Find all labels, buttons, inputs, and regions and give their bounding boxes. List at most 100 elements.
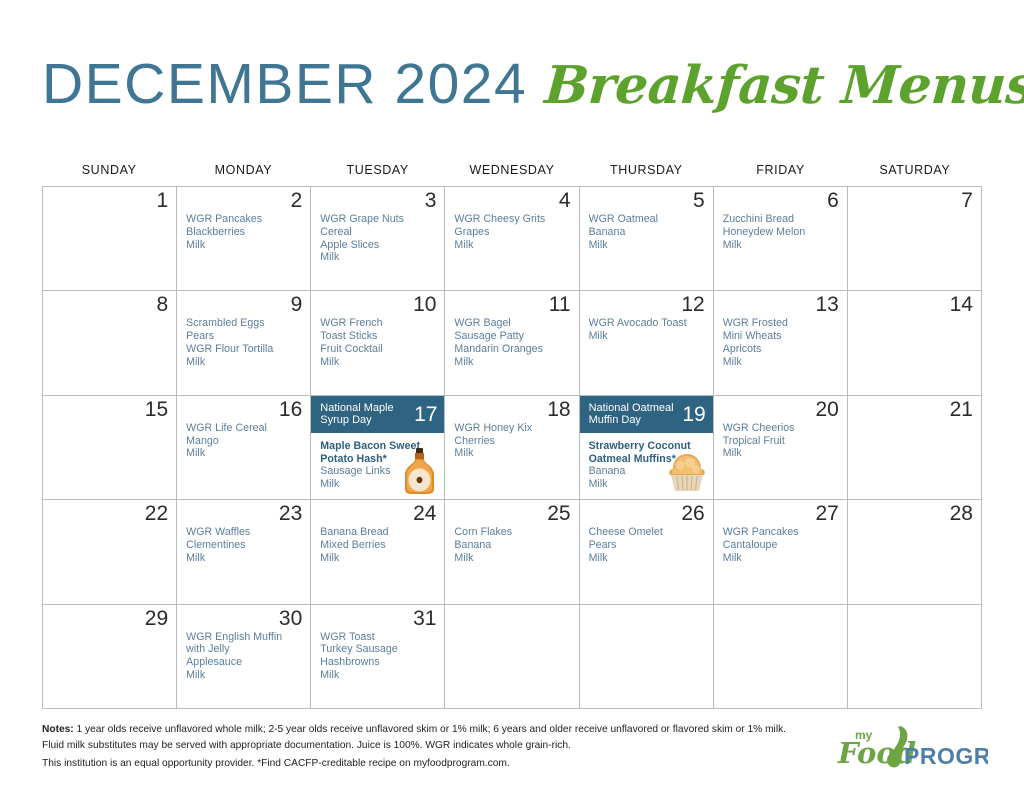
calendar-day-cell[interactable]: 30 WGR English Muffin with Jelly Applesauce… [177,604,312,709]
menu-item: WGR Cheerios [722,421,795,434]
day-number: 16 [278,397,303,421]
calendar-day-cell[interactable]: 28 [847,500,982,605]
notes-line-2: This institution is an equal opportunity… [42,758,510,769]
menu-item: WGR Flour Tortilla [186,342,274,355]
calendar-day-cell[interactable]: 12 WGR Avocado Toast Milk [579,291,714,396]
menu-item: Mini Wheats [722,330,782,343]
calendar-day-cell[interactable]: 24 Banana Bread Mixed Berries Milk [311,500,446,605]
menu-items: WGR Grape Nuts Cereal Apple Slices Milk [320,213,438,264]
calendar-empty-cell[interactable] [579,604,714,709]
menu-item: WGR Life Cereal [186,421,267,434]
maple-syrup-bottle-icon [398,447,440,495]
calendar-day-cell[interactable]: 23 WGR Waffles Clementines Milk [177,500,312,605]
weekday-header-row: SUNDAY MONDAY TUESDAY WEDNESDAY THURSDAY… [42,163,982,177]
notes-body-1: 1 year olds receive unflavored whole mil… [42,724,787,751]
calendar-day-cell[interactable]: 18 WGR Honey Kix Cherries Milk [445,395,580,501]
menu-item: WGR Bagel [454,317,511,330]
calendar-day-cell[interactable]: 3 WGR Grape Nuts Cereal Apple Slices Milk [311,187,446,292]
notes-label: Notes: [42,724,74,735]
day-number: 29 [144,606,169,630]
menu-item: Banana [588,225,626,238]
day-number: 2 [290,189,303,212]
day-number: 5 [693,189,705,212]
calendar-empty-cell[interactable] [445,604,580,709]
calendar-day-cell[interactable]: 9 Scrambled Eggs Pears WGR Flour Tortilla Mi… [177,291,312,396]
day-number: 18 [547,397,571,421]
menu-item: WGR Waffles [186,526,251,539]
calendar-day-cell[interactable]: 26 Cheese Omelet Pears Milk [579,500,714,605]
calendar-day-cell[interactable]: 5 WGR Oatmeal Banana Milk [579,187,714,292]
menu-items: WGR Toast Turkey Sausage Hashbrowns Milk [320,631,438,682]
day-number: 7 [961,189,973,212]
menu-item: Pears [588,538,617,551]
menu-item: Milk [722,551,742,564]
menu-items: WGR Honey Kix Cherries Milk [454,422,572,460]
menu-item: Corn Flakes [454,526,513,539]
calendar-day-cell[interactable]: 16 WGR Life Cereal Mango Milk [177,395,312,501]
day-number: 31 [413,606,437,630]
day-number: 11 [548,293,571,317]
menu-item: Milk [186,447,206,460]
calendar-day-cell[interactable]: 27 WGR Pancakes Cantaloupe Milk [713,500,848,605]
menu-item: Milk [320,251,340,264]
calendar-day-cell[interactable]: 13 WGR Frosted Mini Wheats Apricots Milk [713,291,848,396]
day-number: 17 [414,402,438,426]
day-number: 25 [547,502,571,526]
calendar-day-cell[interactable]: 22 [43,500,178,605]
day-number: 8 [156,293,169,317]
calendar-day-cell[interactable]: 15 [43,395,178,501]
menu-item: Milk [186,238,206,251]
menu-item: Sausage Patty [454,330,524,343]
calendar-day-cell[interactable]: 29 [43,604,178,709]
calendar-day-cell[interactable]: 21 [847,395,982,501]
menu-item: Cheese Omelet [588,526,663,539]
menu-items: Banana Bread Mixed Berries Milk [320,526,438,564]
menu-item: Milk [186,551,206,564]
day-number: 23 [278,502,303,526]
calendar-page: DECEMBER 2024 Breakfast Menus SUNDAY MON… [0,0,1024,791]
menu-item: Milk [588,551,608,564]
svg-text:PROGRAM: PROGRAM [904,743,988,769]
calendar-empty-cell[interactable] [713,604,848,709]
menu-items: WGR Avocado Toast Milk [589,317,707,343]
menu-item: Milk [454,355,474,368]
calendar-day-cell[interactable]: 4 WGR Cheesy Grits Grapes Milk [445,187,580,292]
menu-item: WGR Pancakes [186,213,263,225]
calendar-day-cell[interactable]: 2 WGR Pancakes Blackberries Milk [177,187,312,292]
calendar-day-cell[interactable]: 1 [43,187,178,292]
calendar-day-cell[interactable]: 6 Zucchini Bread Honeydew Melon Milk [713,187,848,292]
calendar-day-cell[interactable]: 8 [43,291,178,396]
menu-item: Milk [454,238,474,251]
menu-items: Corn Flakes Banana Milk [454,526,572,564]
menus-subtitle: Breakfast Menus [543,55,1024,116]
menu-item: Mango [186,434,219,447]
menu-item: Cantaloupe [722,538,778,551]
footer-notes: Notes: 1 year olds receive unflavored wh… [42,722,787,774]
menu-item: Toast Sticks [320,330,378,343]
calendar-day-cell[interactable]: 10 WGR French Toast Sticks Fruit Cocktail Mi… [311,291,446,396]
day-number: 24 [413,502,437,526]
calendar-day-cell[interactable]: 14 [847,291,982,396]
day-number: 22 [144,502,169,526]
weekday-sunday: SUNDAY [81,163,137,177]
weekday-wednesday: WEDNESDAY [469,163,555,177]
menu-item: Milk [454,551,474,564]
day-number: 1 [156,189,169,212]
calendar-day-cell[interactable]: National Oatmeal Muffin Day 19 Strawberry … [579,395,714,501]
menu-item: Grapes [454,225,490,238]
calendar-day-cell[interactable]: 7 [847,187,982,292]
menu-item: WGR Pancakes [722,526,799,539]
menu-item: Apple Slices [320,238,380,251]
day-number: 26 [681,502,705,526]
calendar-day-cell[interactable]: 20 WGR Cheerios Tropical Fruit Milk [713,395,848,501]
calendar-day-cell[interactable]: National Maple Syrup Day 17 Maple Bacon Sw… [311,395,446,501]
day-number: 13 [815,293,839,317]
calendar-day-cell[interactable]: 11 WGR Bagel Sausage Patty Mandarin Oranges… [445,291,580,396]
day-number: 19 [682,402,706,426]
my-food-program-logo: my Food PROGRAM [828,718,1024,774]
calendar-empty-cell[interactable] [847,604,982,709]
weekday-monday: MONDAY [214,163,273,177]
calendar-day-cell[interactable]: 31 WGR Toast Turkey Sausage Hashbrowns Milk [311,604,446,709]
calendar-day-cell[interactable]: 25 Corn Flakes Banana Milk [445,500,580,605]
day-number: 20 [815,397,839,421]
